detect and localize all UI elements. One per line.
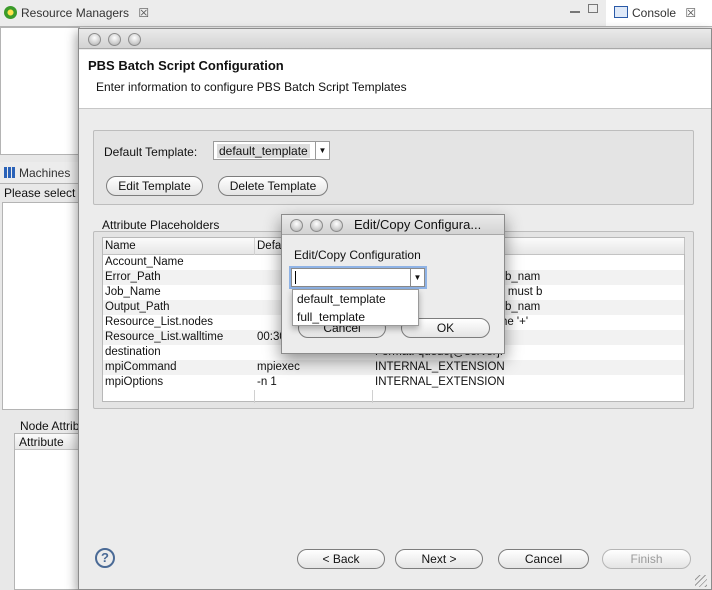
- row-name: Error_Path: [105, 271, 161, 283]
- configuration-combo-input[interactable]: [295, 271, 296, 284]
- grid-icon: [4, 167, 15, 178]
- default-template-label: Default Template:: [104, 145, 198, 159]
- row-name: Job_Name: [105, 286, 161, 298]
- dialog-titlebar: Edit/Copy Configura...: [282, 215, 504, 235]
- row-name: destination: [105, 346, 161, 358]
- delete-template-button[interactable]: Delete Template: [218, 176, 328, 196]
- resource-managers-tabbar: Resource Managers ☒: [0, 0, 606, 27]
- zoom-window-button[interactable]: [330, 219, 343, 232]
- node-attributes-header: Attribute: [15, 434, 79, 450]
- finish-button[interactable]: Finish: [602, 549, 691, 569]
- wizard-title: PBS Batch Script Configuration: [88, 58, 284, 73]
- help-icon[interactable]: ?: [95, 548, 115, 568]
- tab-machines-label: Machines: [19, 166, 71, 180]
- console-tabbar: Console ☒: [606, 0, 712, 27]
- close-window-button[interactable]: [290, 219, 303, 232]
- wizard-titlebar: [79, 29, 711, 49]
- edit-template-button[interactable]: Edit Template: [106, 176, 203, 196]
- default-template-group: Default Template: default_template ▼ Edi…: [93, 130, 694, 205]
- tab-machines[interactable]: Machines: [4, 162, 70, 184]
- row-name: Resource_List.walltime: [105, 331, 224, 343]
- dialog-title: Edit/Copy Configura...: [354, 217, 482, 232]
- maximize-icon[interactable]: [588, 4, 598, 13]
- row-description: INTERNAL_EXTENSION: [375, 361, 505, 373]
- back-button[interactable]: < Back: [297, 549, 385, 569]
- node-attributes-table: Attribute: [14, 433, 80, 590]
- close-window-button[interactable]: [88, 33, 101, 46]
- edit-copy-dialog: Edit/Copy Configura... Edit/Copy Configu…: [281, 214, 505, 354]
- row-name: mpiOptions: [105, 376, 164, 388]
- cancel-button[interactable]: Cancel: [498, 549, 589, 569]
- machines-hint: Please select a: [4, 186, 86, 200]
- resource-managers-view: [0, 27, 80, 155]
- tab-resource-managers-label: Resource Managers: [21, 6, 130, 20]
- resize-grip-icon[interactable]: [695, 575, 707, 587]
- default-template-value: default_template: [217, 144, 310, 158]
- machines-view: [2, 202, 80, 410]
- row-name: Account_Name: [105, 256, 184, 268]
- column-divider: [684, 238, 685, 254]
- attribute-placeholders-label: Attribute Placeholders: [102, 218, 220, 232]
- row-name: Resource_List.nodes: [105, 316, 214, 328]
- configuration-combo[interactable]: ▼: [291, 268, 425, 287]
- close-icon[interactable]: ☒: [685, 6, 696, 20]
- minimize-window-button[interactable]: [108, 33, 121, 46]
- resource-manager-icon: [4, 6, 17, 19]
- tab-console-label: Console: [632, 6, 677, 20]
- dropdown-option[interactable]: default_template: [297, 291, 386, 308]
- zoom-window-button[interactable]: [128, 33, 141, 46]
- default-template-select[interactable]: default_template ▼: [213, 141, 330, 160]
- minimize-icon[interactable]: [570, 3, 580, 13]
- row-name: mpiCommand: [105, 361, 177, 373]
- console-icon: [614, 6, 628, 18]
- minimize-window-button[interactable]: [310, 219, 323, 232]
- wizard-description: Enter information to configure PBS Batch…: [96, 80, 407, 94]
- dialog-label: Edit/Copy Configuration: [294, 248, 421, 262]
- node-attributes-label: Node Attrib: [20, 419, 80, 433]
- dropdown-option[interactable]: full_template: [297, 309, 365, 326]
- next-button[interactable]: Next >: [395, 549, 483, 569]
- wizard-header: PBS Batch Script Configuration Enter inf…: [79, 50, 711, 109]
- machines-tabbar: Machines: [0, 162, 80, 184]
- chevron-down-icon: ▼: [410, 269, 424, 286]
- row-description: INTERNAL_EXTENSION: [375, 376, 505, 388]
- close-icon[interactable]: ☒: [138, 6, 149, 20]
- column-header-name[interactable]: Name: [105, 239, 136, 254]
- tab-resource-managers[interactable]: Resource Managers ☒: [4, 2, 149, 24]
- chevron-down-icon: ▼: [315, 142, 329, 159]
- configuration-dropdown-list: default_template full_template: [292, 289, 419, 326]
- row-name: Output_Path: [105, 301, 170, 313]
- tab-console[interactable]: Console ☒: [614, 2, 696, 24]
